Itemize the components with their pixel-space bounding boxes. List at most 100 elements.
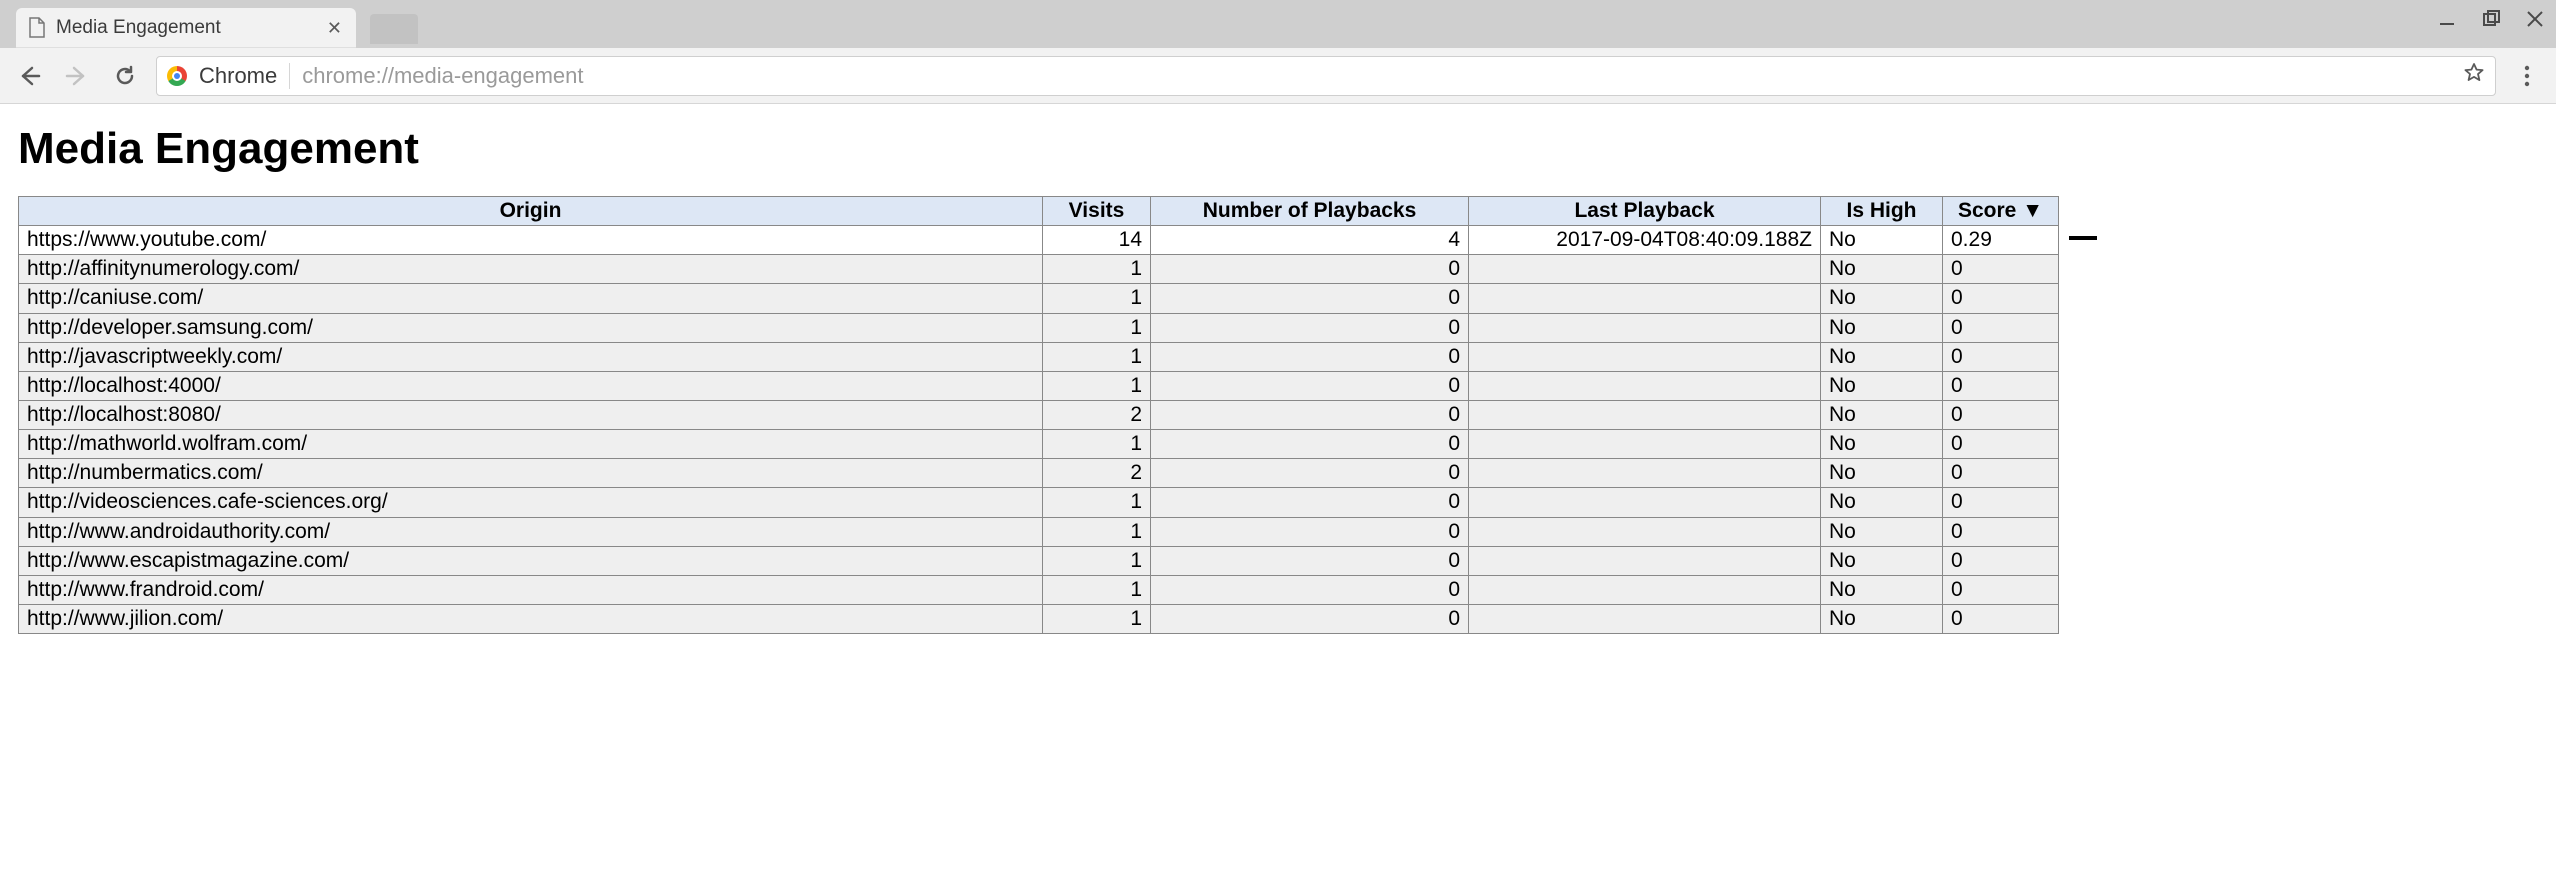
cell-playbacks: 4: [1151, 226, 1469, 255]
cell-origin: http://affinitynumerology.com/: [19, 255, 1043, 284]
chrome-logo-icon: [167, 66, 187, 86]
cell-last-playback: [1469, 342, 1821, 371]
cell-visits: 1: [1043, 371, 1151, 400]
cell-origin: http://www.androidauthority.com/: [19, 517, 1043, 546]
cell-last-playback: [1469, 604, 1821, 633]
cell-visits: 14: [1043, 226, 1151, 255]
table-row: http://caniuse.com/10No0: [19, 284, 2059, 313]
cell-score: 0: [1943, 546, 2059, 575]
cell-last-playback: [1469, 459, 1821, 488]
cell-visits: 1: [1043, 517, 1151, 546]
cell-is-high: No: [1821, 284, 1943, 313]
table-row: http://www.androidauthority.com/10No0: [19, 517, 2059, 546]
cell-visits: 2: [1043, 459, 1151, 488]
cell-origin: http://developer.samsung.com/: [19, 313, 1043, 342]
cell-is-high: No: [1821, 488, 1943, 517]
table-row: http://affinitynumerology.com/10No0: [19, 255, 2059, 284]
bookmark-star-icon[interactable]: [2463, 62, 2485, 89]
close-window-icon[interactable]: [2526, 10, 2544, 28]
cell-is-high: No: [1821, 400, 1943, 429]
cell-playbacks: 0: [1151, 313, 1469, 342]
table-row: http://numbermatics.com/20No0: [19, 459, 2059, 488]
header-visits[interactable]: Visits: [1043, 197, 1151, 226]
cell-origin: https://www.youtube.com/: [19, 226, 1043, 255]
cell-origin: http://mathworld.wolfram.com/: [19, 430, 1043, 459]
close-tab-icon[interactable]: ✕: [327, 19, 342, 37]
cell-visits: 1: [1043, 575, 1151, 604]
table-header-row: Origin Visits Number of Playbacks Last P…: [19, 197, 2059, 226]
table-row: http://videosciences.cafe-sciences.org/1…: [19, 488, 2059, 517]
page-favicon-icon: [28, 17, 46, 39]
cell-visits: 1: [1043, 255, 1151, 284]
cell-is-high: No: [1821, 546, 1943, 575]
cell-score: 0: [1943, 342, 2059, 371]
tab-strip: Media Engagement ✕: [0, 0, 2556, 48]
cell-last-playback: [1469, 255, 1821, 284]
cell-last-playback: [1469, 371, 1821, 400]
engagement-table: Origin Visits Number of Playbacks Last P…: [18, 196, 2059, 634]
reload-button[interactable]: [108, 59, 142, 93]
back-button[interactable]: [12, 59, 46, 93]
cell-visits: 1: [1043, 546, 1151, 575]
cell-score: 0: [1943, 284, 2059, 313]
cell-is-high: No: [1821, 342, 1943, 371]
header-playbacks[interactable]: Number of Playbacks: [1151, 197, 1469, 226]
browser-toolbar: Chrome chrome://media-engagement: [0, 48, 2556, 104]
table-row: http://javascriptweekly.com/10No0: [19, 342, 2059, 371]
cell-visits: 1: [1043, 488, 1151, 517]
cell-is-high: No: [1821, 604, 1943, 633]
address-bar[interactable]: Chrome chrome://media-engagement: [156, 56, 2496, 96]
cell-score: 0.29: [1943, 226, 2059, 255]
cell-origin: http://numbermatics.com/: [19, 459, 1043, 488]
maximize-icon[interactable]: [2482, 10, 2500, 28]
cell-score: 0: [1943, 459, 2059, 488]
cell-last-playback: 2017-09-04T08:40:09.188Z: [1469, 226, 1821, 255]
page-content: Media Engagement Origin Visits Number of…: [0, 104, 2556, 646]
browser-menu-button[interactable]: [2510, 59, 2544, 93]
cell-origin: http://javascriptweekly.com/: [19, 342, 1043, 371]
table-row: http://www.jilion.com/10No0: [19, 604, 2059, 633]
cell-playbacks: 0: [1151, 546, 1469, 575]
table-row: http://mathworld.wolfram.com/10No0: [19, 430, 2059, 459]
cell-origin: http://www.frandroid.com/: [19, 575, 1043, 604]
forward-button[interactable]: [60, 59, 94, 93]
cell-visits: 1: [1043, 342, 1151, 371]
cell-playbacks: 0: [1151, 430, 1469, 459]
cell-last-playback: [1469, 488, 1821, 517]
cell-visits: 1: [1043, 604, 1151, 633]
cell-last-playback: [1469, 517, 1821, 546]
new-tab-button[interactable]: [370, 14, 418, 44]
cell-last-playback: [1469, 400, 1821, 429]
cell-score: 0: [1943, 430, 2059, 459]
header-origin[interactable]: Origin: [19, 197, 1043, 226]
cell-score: 0: [1943, 255, 2059, 284]
cell-playbacks: 0: [1151, 342, 1469, 371]
header-last-playback[interactable]: Last Playback: [1469, 197, 1821, 226]
cell-playbacks: 0: [1151, 517, 1469, 546]
cell-origin: http://localhost:8080/: [19, 400, 1043, 429]
cell-last-playback: [1469, 284, 1821, 313]
cell-last-playback: [1469, 430, 1821, 459]
window-controls: [2438, 10, 2544, 28]
page-title: Media Engagement: [18, 124, 2538, 174]
cell-last-playback: [1469, 313, 1821, 342]
cell-origin: http://caniuse.com/: [19, 284, 1043, 313]
cell-visits: 1: [1043, 430, 1151, 459]
cell-playbacks: 0: [1151, 255, 1469, 284]
cell-playbacks: 0: [1151, 488, 1469, 517]
header-is-high[interactable]: Is High: [1821, 197, 1943, 226]
cell-score: 0: [1943, 400, 2059, 429]
cell-is-high: No: [1821, 517, 1943, 546]
table-row: https://www.youtube.com/1442017-09-04T08…: [19, 226, 2059, 255]
header-score[interactable]: Score ▼: [1943, 197, 2059, 226]
cell-playbacks: 0: [1151, 371, 1469, 400]
cell-playbacks: 0: [1151, 284, 1469, 313]
browser-tab[interactable]: Media Engagement ✕: [16, 8, 356, 48]
table-row: http://www.frandroid.com/10No0: [19, 575, 2059, 604]
cell-playbacks: 0: [1151, 400, 1469, 429]
cell-playbacks: 0: [1151, 459, 1469, 488]
cell-score: 0: [1943, 313, 2059, 342]
cell-is-high: No: [1821, 371, 1943, 400]
minimize-icon[interactable]: [2438, 10, 2456, 28]
cell-playbacks: 0: [1151, 604, 1469, 633]
